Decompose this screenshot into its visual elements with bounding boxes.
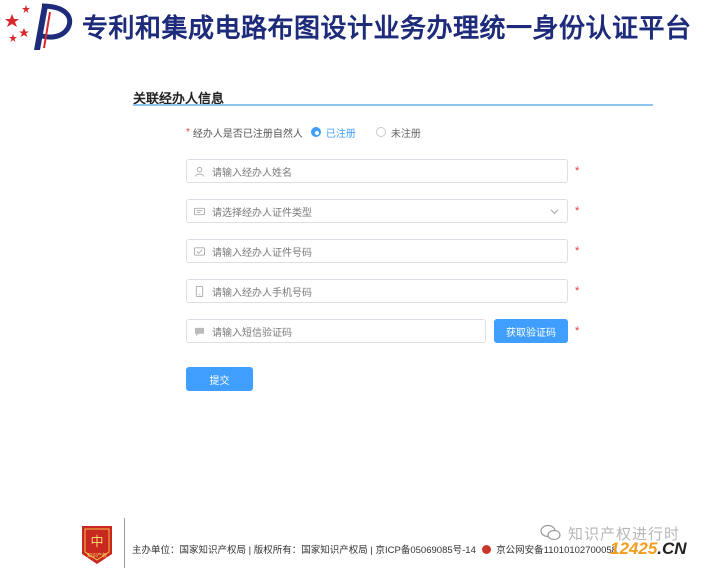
id-card-icon (194, 207, 205, 215)
name-input[interactable]: 请输入经办人姓名 (186, 159, 568, 183)
footer-icp[interactable]: 京ICP备05069085号-14 (376, 545, 476, 556)
radio-unregistered-label: 未注册 (390, 128, 421, 140)
svg-text:中: 中 (90, 535, 103, 550)
chevron-down-icon (550, 209, 559, 215)
wechat-icon (540, 524, 561, 541)
footer-copyright: 版权所有：国家知识产权局 (253, 545, 368, 556)
emblem-label: 知识产权 (87, 552, 107, 559)
get-code-button[interactable]: 获取验证码 (494, 319, 568, 343)
footer-divider (124, 518, 125, 568)
message-icon (194, 327, 205, 336)
footer-host: 主办单位：国家知识产权局 (132, 545, 247, 556)
id-type-select[interactable]: 请选择经办人证件类型 (186, 199, 568, 223)
footer-police[interactable]: 京公网安备11010102700058 (496, 545, 617, 556)
sms-code-placeholder: 请输入短信验证码 (212, 327, 292, 339)
id-type-required-mark: * (575, 205, 580, 217)
phone-required-mark: * (575, 285, 580, 297)
radio-registered-label: 已注册 (325, 128, 356, 140)
id-number-required-mark: * (575, 245, 580, 257)
watermark-number: 12425 (610, 539, 658, 558)
watermark-tld: .CN (657, 539, 687, 558)
phone-placeholder: 请输入经办人手机号码 (212, 287, 312, 299)
watermark-site: 12425.CN (610, 539, 687, 559)
user-icon (194, 166, 205, 177)
id-type-placeholder: 请选择经办人证件类型 (212, 207, 312, 219)
radio-registered[interactable]: 已注册 (310, 125, 356, 140)
required-mark: * (186, 126, 190, 138)
police-badge-icon (481, 545, 491, 554)
footer-info: 主办单位：国家知识产权局 | 版权所有：国家知识产权局 | 京ICP备05069… (132, 545, 617, 556)
id-number-input[interactable]: 请输入经办人证件号码 (186, 239, 568, 263)
ipr-emblem-icon: 中 知识产权 (82, 526, 112, 564)
document-icon (194, 246, 205, 256)
section-divider (133, 104, 653, 106)
site-header: 专利和集成电路布图设计业务办理统一身份认证平台 (0, 0, 720, 52)
phone-icon (195, 285, 204, 297)
id-number-placeholder: 请输入经办人证件号码 (212, 247, 312, 259)
phone-input[interactable]: 请输入经办人手机号码 (186, 279, 568, 303)
name-required-mark: * (575, 165, 580, 177)
radio-unregistered[interactable]: 未注册 (375, 125, 421, 140)
site-title: 专利和集成电路布图设计业务办理统一身份认证平台 (82, 14, 692, 44)
radio-dot-unchecked (375, 127, 386, 137)
radio-dot-checked (310, 127, 321, 137)
sms-required-mark: * (575, 325, 580, 337)
submit-button[interactable]: 提交 (186, 367, 253, 391)
registration-label: 经办人是否已注册自然人 (192, 128, 303, 140)
registration-question: * 经办人是否已注册自然人 已注册 未注册 (186, 124, 421, 140)
name-placeholder: 请输入经办人姓名 (212, 167, 292, 179)
sms-code-input[interactable]: 请输入短信验证码 (186, 319, 486, 343)
emblem-logo-icon (5, 3, 73, 50)
